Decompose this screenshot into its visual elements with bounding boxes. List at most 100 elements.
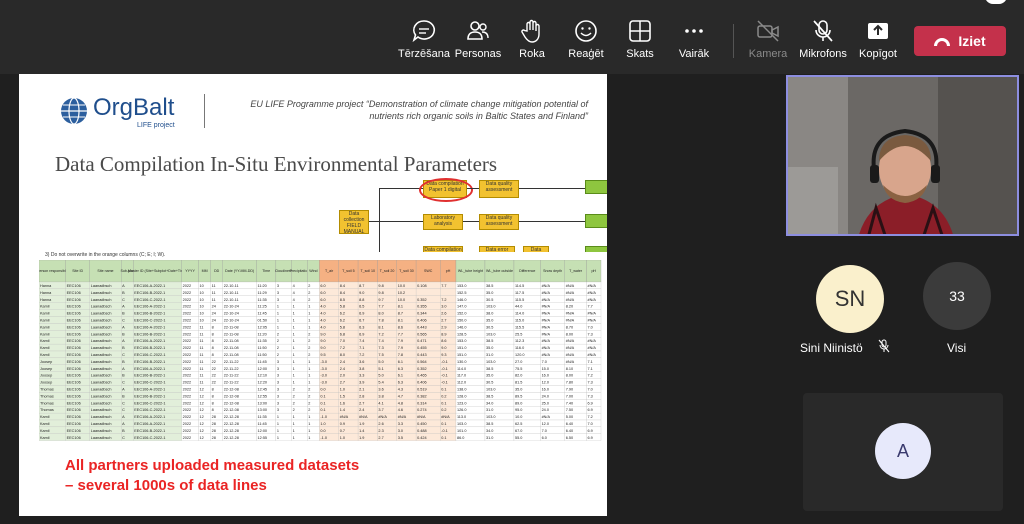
table-cell-text: 7.2 [441, 298, 446, 302]
table-cell-text: 28 [212, 436, 216, 440]
table-cell-text: 44.0 [515, 305, 522, 309]
flow-end-box [585, 180, 607, 194]
table-cell-text: #N/A [566, 339, 575, 343]
table-cell-text: EEC106 [67, 401, 81, 405]
table-cell-text: 103.0 [457, 422, 467, 426]
header-text: T_soil 30 [399, 269, 414, 273]
table-cell-text: EEC106 [67, 367, 81, 371]
table-cell-text: 2022 [183, 291, 191, 295]
table-cell-text: EEC106 [67, 339, 81, 343]
table-cell-text: 89.0 [515, 401, 522, 405]
table-cell-text: 153.0 [457, 339, 467, 343]
table-cell-text: 7.2 [378, 332, 383, 336]
table-cell-text: 1 [308, 312, 310, 316]
table-cell-text: 38.5 [486, 394, 493, 398]
table-cell-text: 22-12-28 [224, 429, 239, 433]
table-cell-text: Laanadbsch [91, 339, 112, 343]
table-cell-text: 115.5 [515, 325, 524, 329]
table-cell-text: 75.5 [515, 367, 522, 371]
table-cell-text: 2.7 [378, 436, 383, 440]
header-text: Person responsible [39, 269, 68, 273]
avatar-sini-niinisto[interactable]: SN [816, 265, 884, 333]
table-cell-text: 146.0 [457, 325, 467, 329]
table-cell-text: 22-11-22 [224, 360, 239, 364]
profile-badge[interactable] [985, 0, 1007, 4]
table-cell-text: 1 [277, 319, 279, 323]
table-cell-text: 22-10-24 [224, 319, 239, 323]
table-cell-text: 7.0 [587, 422, 592, 426]
header-text: Site ID [72, 269, 83, 273]
table-cell-text: C [122, 353, 125, 357]
table-cell-text: EEC106 [67, 381, 81, 385]
table-cell-text: 2.3 [378, 429, 383, 433]
table-cell-text: Kamil [40, 429, 50, 433]
table-cell-text: -3.0 [320, 367, 327, 371]
speaker-video-tile[interactable] [786, 75, 1019, 236]
table-cell-text: 11 [212, 298, 216, 302]
table-cell-text: 12:55 [258, 394, 268, 398]
table-cell-text: #N/A [359, 415, 368, 419]
table-cell-text: 0.1 [441, 422, 446, 426]
table-cell-text: 1 [308, 367, 310, 371]
table-cell-text: 1 [277, 415, 279, 419]
table-cell-text: 113.0 [457, 415, 466, 419]
table-cell-text: 22-12-28 [224, 422, 239, 426]
table-cell-text: #N/A [587, 298, 596, 302]
table-cell-text: 2 [308, 401, 310, 405]
others-count-bubble[interactable]: 33 [923, 262, 991, 330]
table-cell-text: 2.4 [340, 367, 345, 371]
table-cell-text: EEC106-C-2022-1 [134, 408, 165, 412]
caption-line-2: – several 1000s of data lines [65, 477, 267, 494]
table-cell-text: 9.0 [320, 332, 325, 336]
table-cell-text: 2022 [183, 319, 191, 323]
table-cell-text: 11:20 [258, 332, 267, 336]
table-cell-text: 7.40 [566, 401, 573, 405]
more-button[interactable]: Vairāk [662, 18, 726, 68]
table-cell-text: 82.0 [515, 374, 522, 378]
table-cell-text: 0.108 [417, 284, 427, 288]
flow-row2-left-box: Laboratory analysis [423, 214, 463, 230]
table-cell-text: 2.4 [359, 408, 364, 412]
slide-title: Data Compilation In-Situ Environmental P… [55, 152, 498, 176]
table-cell-text: EEC106-A-2022-1 [134, 388, 165, 392]
table-cell-text: 11:50 [258, 353, 267, 357]
table-cell-text: 10 [200, 298, 204, 302]
table-cell-text: 0.314 [417, 401, 427, 405]
table-cell-text: 10 [200, 305, 204, 309]
header-text: Master ID (Site+Subplot+Date+Time) [128, 269, 187, 273]
table-cell-text: 3.5 [398, 436, 403, 440]
share-button[interactable]: Kopīgot [846, 18, 910, 68]
table-cell-text: #N/A [566, 284, 575, 288]
table-cell-text: 7.9 [398, 339, 403, 343]
table-cell-text: Laanadbsch [91, 305, 112, 309]
table-cell-text: 10 [200, 319, 204, 323]
table-cell-text: EEC106-A-2022-1 [134, 339, 165, 343]
table-cell-text: 4.0 [320, 325, 325, 329]
table-cell-text: 62.5 [515, 422, 522, 426]
flow-source-box: Data collection FIELD MANUAL [339, 210, 369, 235]
view-label: Skats [626, 48, 654, 60]
table-cell-text: 8.1 [398, 305, 403, 309]
table-cell-text: EEC106 [67, 429, 81, 433]
table-cell-text: Laanadbsch [91, 367, 112, 371]
table-cell-text: 7.7 [587, 305, 592, 309]
table-cell-text: #N/A [587, 346, 596, 350]
table-cell-text: 8.10 [566, 367, 573, 371]
table-cell-text: 22-11-22 [224, 381, 239, 385]
table-cell-text: 11 [200, 332, 204, 336]
table-cell-text: 11:45 [258, 312, 267, 316]
table-cell-text: #N/A [566, 312, 575, 316]
leave-button[interactable]: Iziet [914, 26, 1006, 56]
table-cell-text: 2 [308, 284, 310, 288]
table-cell-text: 8.20 [566, 305, 573, 309]
table-cell-text: 2022 [183, 374, 191, 378]
table-cell-text: 7.7 [378, 305, 383, 309]
table-cell-text: 7.0 [340, 339, 345, 343]
table-cell-text: 7.2 [587, 374, 592, 378]
table-cell-text: #N/A [542, 325, 551, 329]
table-cell-text: 22-12-08 [224, 401, 239, 405]
table-cell-text: 3 [277, 367, 279, 371]
table-cell-text: 11 [200, 381, 204, 385]
table-cell-text: 12:05 [258, 325, 268, 329]
table-cell-text: 8.0 [340, 353, 345, 357]
